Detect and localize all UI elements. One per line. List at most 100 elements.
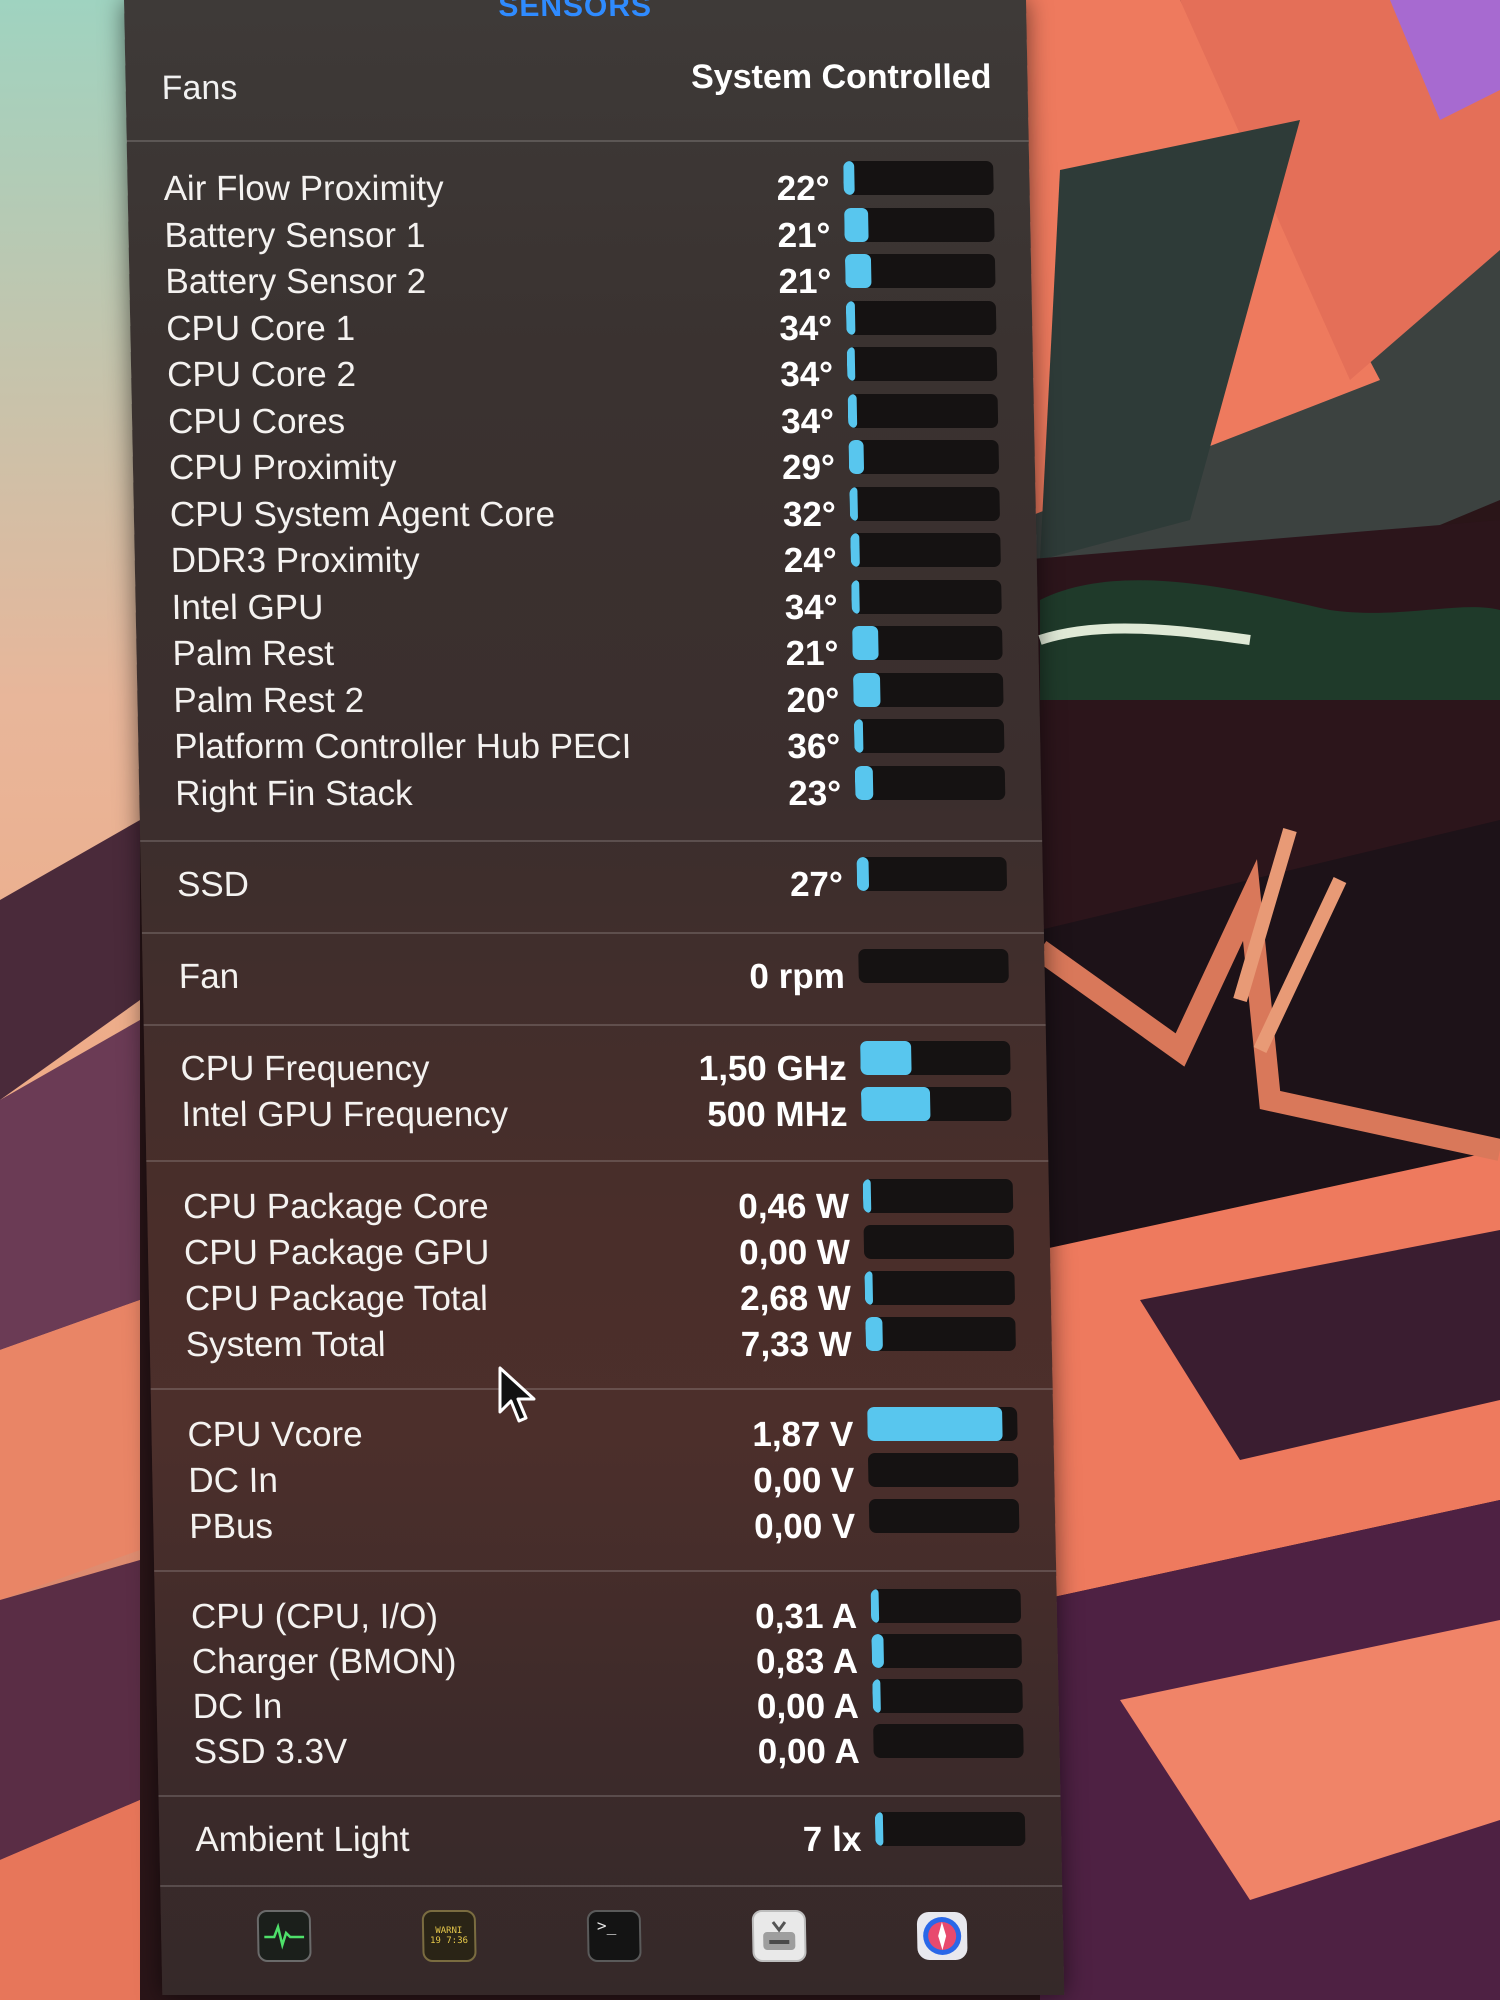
sensor-label: CPU System Agent Core: [169, 494, 556, 534]
sensor-level-bar: [856, 857, 1008, 891]
sensor-row-current[interactable]: SSD 3.3V 0,00 A: [193, 1724, 1024, 1775]
voltage-section: CPU Vcore 1,87 V DC In 0,00 V PBus 0,00 V: [150, 1388, 1057, 1572]
sensor-label: CPU Core 1: [165, 308, 356, 348]
sensor-value: 7,33 W: [740, 1325, 853, 1364]
sensor-row-power[interactable]: System Total 7,33 W: [185, 1317, 1016, 1368]
sensor-label: CPU Frequency: [180, 1049, 430, 1088]
sensor-level-bar: [853, 719, 1005, 753]
sensor-row-temperature[interactable]: CPU System Agent Core 32°: [169, 486, 1000, 538]
sensor-row-temperature[interactable]: Right Fin Stack 23°: [175, 765, 1006, 817]
sensor-value: 29°: [781, 448, 836, 487]
sensor-value: 0,00 V: [753, 1507, 856, 1546]
sensor-label: SSD 3.3V: [193, 1732, 348, 1771]
sensor-row-temperature[interactable]: Battery Sensor 2 21°: [165, 254, 996, 305]
sensor-value: 7 lx: [802, 1820, 862, 1859]
sensor-row-temperature[interactable]: Air Flow Proximity 22°: [163, 161, 994, 212]
sensor-level-bar: [847, 393, 999, 428]
sensor-row-power[interactable]: CPU Package Core 0,46 W: [182, 1179, 1014, 1230]
activity-monitor-icon[interactable]: [256, 1910, 312, 1962]
sensor-value: 20°: [786, 680, 840, 720]
sensor-label: CPU Core 2: [166, 355, 357, 394]
sensor-row-power[interactable]: CPU Package GPU 0,00 W: [183, 1225, 1015, 1276]
sensor-label: CPU Package GPU: [183, 1233, 490, 1272]
safari-icon[interactable]: [917, 1912, 968, 1960]
sensor-level-bar: [872, 1679, 1023, 1713]
sensor-label: Fan: [178, 957, 240, 996]
sensor-value: 23°: [787, 773, 842, 813]
sensor-value: 34°: [784, 587, 839, 627]
sensor-row-temperature[interactable]: Palm Rest 21°: [172, 626, 1003, 677]
sensor-value: 0 rpm: [749, 957, 846, 996]
sensor-row-fan[interactable]: Fan 0 rpm: [178, 949, 1009, 1000]
sensor-level-bar: [854, 765, 1006, 800]
sensor-label: Intel GPU: [171, 587, 324, 627]
sensor-row-voltage[interactable]: CPU Vcore 1,87 V: [187, 1407, 1018, 1458]
sensor-row-frequency[interactable]: CPU Frequency 1,50 GHz: [180, 1041, 1011, 1092]
sensor-level-bar: [864, 1271, 1016, 1305]
sensor-label: Intel GPU Frequency: [181, 1095, 509, 1134]
sensor-row-ambient-light[interactable]: Ambient Light 7 lx: [194, 1812, 1026, 1863]
sensor-label: Platform Controller Hub PECI: [173, 727, 632, 766]
sensor-value: 34°: [780, 401, 835, 441]
sensor-value: 36°: [787, 727, 841, 766]
sensor-label: CPU (CPU, I/O): [190, 1597, 439, 1636]
sensor-level-fill: [844, 254, 872, 288]
sensor-label: CPU Cores: [167, 401, 346, 441]
sensor-level-fill: [864, 1271, 873, 1305]
console-icon[interactable]: WARNI 19 7:36: [421, 1910, 477, 1962]
sensor-label: DC In: [192, 1687, 283, 1726]
sensor-level-fill: [852, 626, 879, 660]
sensor-level-fill: [851, 579, 860, 614]
sensor-level-bar: [863, 1225, 1015, 1259]
sensor-row-temperature[interactable]: DDR3 Proximity 24°: [170, 533, 1001, 584]
sensor-value: 0,00 W: [738, 1233, 851, 1272]
sensor-value: 21°: [785, 634, 839, 673]
sensor-value: 0,00 A: [757, 1732, 861, 1771]
sensor-level-bar: [871, 1634, 1023, 1668]
sensor-row-temperature[interactable]: CPU Core 2 34°: [166, 347, 998, 398]
sensor-row-temperature[interactable]: CPU Core 1 34°: [165, 300, 997, 352]
sensor-label: Charger (BMON): [191, 1642, 457, 1681]
sensor-row-ssd[interactable]: SSD 27°: [177, 857, 1008, 908]
sensor-label: Palm Rest: [172, 634, 335, 673]
sensor-row-temperature[interactable]: Intel GPU 34°: [171, 579, 1002, 631]
sensor-level-fill: [854, 765, 874, 800]
sensor-value: 0,00 V: [752, 1461, 855, 1500]
ssd-section: SSD 27°: [140, 840, 1044, 934]
sensor-row-temperature[interactable]: CPU Cores 34°: [167, 393, 999, 445]
sensor-level-bar: [849, 486, 1000, 521]
console-icon-text: WARNI 19 7:36: [429, 1926, 469, 1946]
sensor-row-temperature[interactable]: CPU Proximity 29°: [169, 440, 1000, 491]
sensor-row-temperature[interactable]: Battery Sensor 1 21°: [164, 207, 995, 259]
sensor-row-voltage[interactable]: PBus 0,00 V: [189, 1499, 1020, 1550]
sensor-label: CPU Package Total: [184, 1279, 489, 1318]
sensor-value: 34°: [778, 308, 833, 348]
sensor-level-fill: [870, 1589, 879, 1623]
sensor-level-bar: [862, 1179, 1014, 1213]
sensor-value: 1,50 GHz: [698, 1049, 847, 1088]
sensor-level-fill: [852, 672, 881, 707]
sensor-level-bar: [851, 579, 1002, 614]
sensor-row-frequency[interactable]: Intel GPU Frequency 500 MHz: [181, 1087, 1012, 1138]
sensor-row-temperature[interactable]: Palm Rest 2 20°: [173, 672, 1004, 724]
sensor-row-temperature[interactable]: Platform Controller Hub PECI 36°: [173, 719, 1005, 770]
terminal-icon[interactable]: >_: [586, 1910, 642, 1962]
sensor-value: 21°: [777, 215, 831, 255]
sensor-level-bar: [843, 161, 994, 195]
sensor-level-bar: [843, 207, 995, 242]
disk-utility-icon[interactable]: [751, 1910, 807, 1962]
sensor-label: CPU Package Core: [182, 1187, 489, 1226]
fans-mode-button[interactable]: System Controlled: [691, 58, 992, 97]
sensor-label: Ambient Light: [194, 1820, 410, 1859]
sensor-value: 0,83 A: [755, 1642, 859, 1681]
sensor-value: 500 MHz: [706, 1095, 848, 1134]
sensor-label: Palm Rest 2: [173, 680, 365, 720]
sensor-level-fill: [874, 1812, 883, 1846]
sensor-level-fill: [856, 857, 870, 891]
sensor-level-bar: [874, 1812, 1026, 1846]
sensor-level-bar: [844, 254, 996, 288]
sensor-value: 0,31 A: [754, 1597, 858, 1636]
sensor-row-voltage[interactable]: DC In 0,00 V: [188, 1453, 1019, 1504]
sensor-row-power[interactable]: CPU Package Total 2,68 W: [184, 1271, 1016, 1322]
sensor-level-fill: [847, 393, 858, 428]
